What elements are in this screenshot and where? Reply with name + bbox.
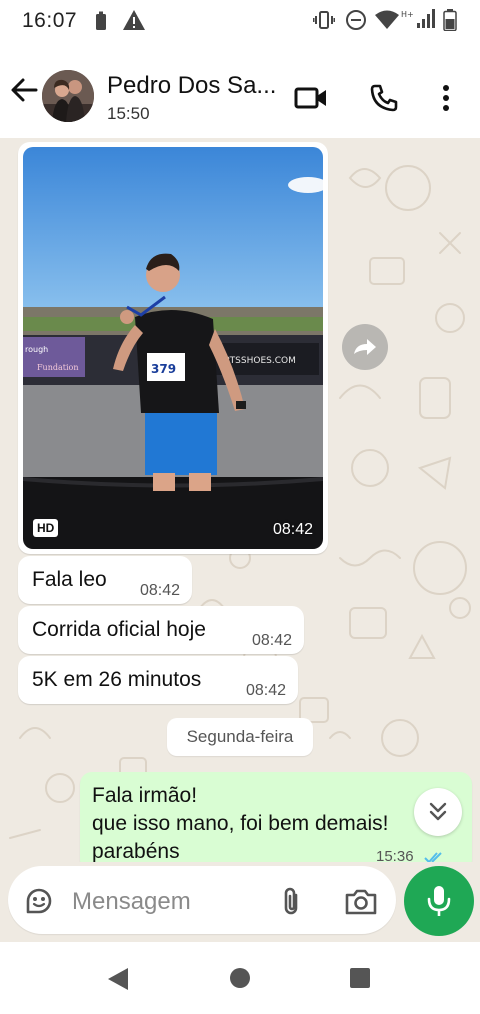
contact-name[interactable]: Pedro Dos Sa... bbox=[107, 72, 276, 100]
nav-recents-icon[interactable] bbox=[349, 967, 371, 989]
video-call-button[interactable] bbox=[291, 78, 331, 118]
svg-text:379: 379 bbox=[151, 362, 176, 376]
composer-bar: Mensagem bbox=[0, 862, 480, 942]
svg-text:Fundation: Fundation bbox=[37, 363, 79, 372]
photo-frame[interactable]: rough Fundation ORTSSHOES.COM 379 HD 08:… bbox=[23, 147, 323, 549]
message-time: 08:42 bbox=[272, 521, 313, 538]
signal-hplus-icon: H+ bbox=[401, 9, 435, 28]
voice-message-button[interactable] bbox=[404, 866, 474, 936]
message-text: Fala leo bbox=[32, 568, 107, 591]
system-navigation-bar bbox=[0, 942, 480, 1014]
message-text-line: que isso mano, foi bem demais! bbox=[92, 812, 389, 835]
message-text-line: parabéns bbox=[92, 840, 180, 862]
message-placeholder: Mensagem bbox=[72, 888, 191, 915]
message-time: 08:42 bbox=[245, 682, 286, 699]
chat-header: Pedro Dos Sa... 15:50 bbox=[0, 42, 480, 138]
svg-text:H+: H+ bbox=[401, 10, 414, 19]
vibrate-icon bbox=[313, 11, 335, 29]
message-time: 08:42 bbox=[139, 582, 180, 599]
more-options-button[interactable] bbox=[426, 78, 466, 118]
read-receipt-icon bbox=[424, 852, 442, 862]
double-chevron-down-icon bbox=[429, 802, 447, 821]
incoming-message[interactable]: 5K em 26 minutos 08:42 bbox=[18, 656, 298, 704]
incoming-message[interactable]: Fala leo 08:42 bbox=[18, 556, 192, 604]
incoming-message[interactable]: Corrida oficial hoje 08:42 bbox=[18, 606, 304, 654]
message-text: Corrida oficial hoje bbox=[32, 618, 206, 641]
message-text: 5K em 26 minutos bbox=[32, 668, 202, 691]
nav-back-icon[interactable] bbox=[106, 966, 130, 992]
warning-icon bbox=[123, 10, 145, 30]
message-text-line: Fala irmão! bbox=[92, 784, 198, 807]
back-arrow-icon bbox=[11, 78, 38, 102]
wifi-icon bbox=[375, 10, 399, 29]
photo-image: rough Fundation ORTSSHOES.COM 379 bbox=[23, 147, 323, 549]
outgoing-message[interactable]: Fala irmão! que isso mano, foi bem demai… bbox=[80, 772, 472, 862]
sticker-icon[interactable] bbox=[24, 886, 54, 916]
message-time: 08:42 bbox=[251, 632, 292, 649]
battery-saver-icon bbox=[96, 11, 106, 30]
more-vert-icon bbox=[443, 85, 449, 111]
avatar[interactable] bbox=[42, 70, 94, 122]
nav-home-icon[interactable] bbox=[229, 967, 251, 989]
do-not-disturb-icon bbox=[346, 10, 366, 30]
photo-message[interactable]: rough Fundation ORTSSHOES.COM 379 HD 08:… bbox=[18, 142, 328, 554]
status-bar: 16:07 H+ bbox=[0, 0, 480, 42]
phone-icon bbox=[370, 84, 398, 112]
microphone-icon bbox=[427, 886, 451, 916]
battery-icon bbox=[443, 9, 457, 31]
back-button[interactable] bbox=[6, 72, 42, 108]
scroll-to-bottom-button[interactable] bbox=[414, 788, 462, 836]
hd-badge: HD bbox=[33, 519, 59, 537]
last-seen-time: 15:50 bbox=[107, 104, 150, 123]
video-call-icon bbox=[294, 87, 326, 109]
message-time: 15:36 bbox=[376, 848, 414, 862]
forward-button[interactable] bbox=[342, 324, 388, 370]
avatar-photo bbox=[42, 70, 94, 122]
svg-text:rough: rough bbox=[25, 345, 48, 354]
chat-area[interactable]: rough Fundation ORTSSHOES.COM 379 HD 08:… bbox=[0, 138, 480, 862]
message-input[interactable]: Mensagem bbox=[8, 866, 396, 934]
voice-call-button[interactable] bbox=[364, 78, 404, 118]
camera-icon[interactable] bbox=[344, 888, 378, 916]
forward-icon bbox=[354, 339, 376, 355]
attach-icon[interactable] bbox=[280, 886, 302, 918]
status-time: 16:07 bbox=[22, 9, 78, 32]
date-divider: Segunda-feira bbox=[167, 718, 313, 756]
